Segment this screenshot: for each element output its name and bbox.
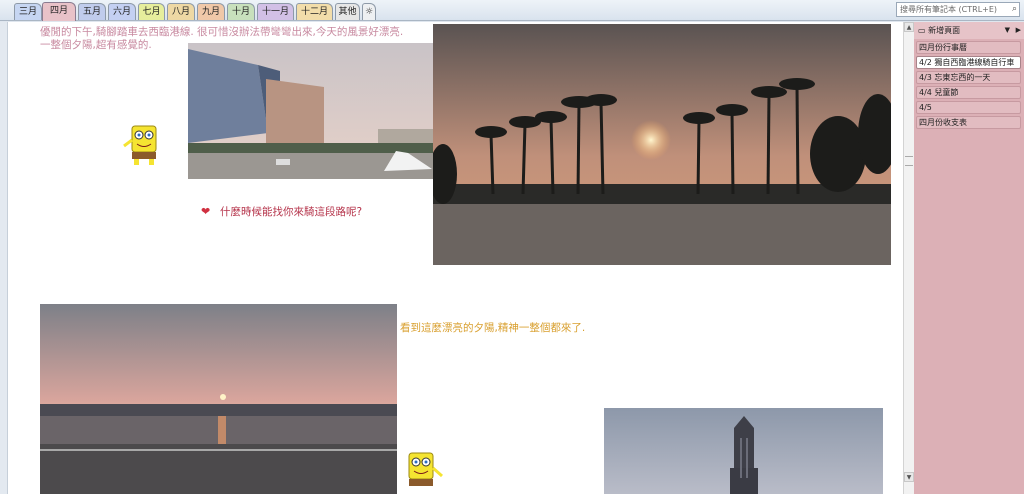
search-placeholder: 搜尋所有筆記本 (CTRL+E) <box>900 5 998 14</box>
spongebob-sticker-2 <box>398 450 444 494</box>
photo-tower <box>604 408 883 494</box>
photo-harbor-sunset <box>40 304 397 494</box>
page-item-0[interactable]: 四月份行事曆 <box>916 41 1021 54</box>
tab-0[interactable]: 三月 <box>14 3 42 20</box>
scroll-thumb[interactable] <box>905 156 913 166</box>
tab-2[interactable]: 五月 <box>78 3 106 20</box>
new-page-label: 新增頁面 <box>928 26 961 35</box>
page-item-1[interactable]: 4/2 獨自西臨港線騎自行車 <box>916 56 1021 69</box>
tab-10[interactable]: 其他 <box>335 3 360 20</box>
tab-7[interactable]: 十月 <box>227 3 255 20</box>
note-page[interactable]: 優閒的下午,騎腳踏車去西臨港線. 很可惜沒辦法帶彎彎出來,今天的風景好漂亮. 一… <box>8 22 903 494</box>
tab-6[interactable]: 九月 <box>197 3 225 20</box>
tab-9[interactable]: 十二月 <box>296 3 333 20</box>
chevron-down-icon[interactable]: ▼ <box>1005 22 1010 39</box>
page-item-3[interactable]: 4/4 兒童節 <box>916 86 1021 99</box>
photo-building <box>188 43 433 179</box>
page-list-panel: ▭ 新增頁面 ▼ ▶ 四月份行事曆 4/2 獨自西臨港線騎自行車 4/3 忘東忘西的… <box>914 22 1024 494</box>
caption-sunset: 看到這麼漂亮的夕陽,精神一整個都來了. <box>400 322 586 334</box>
new-page-button[interactable]: ▭ 新增頁面 ▼ ▶ <box>914 22 1024 39</box>
page-item-2[interactable]: 4/3 忘東忘西的一天 <box>916 71 1021 84</box>
scroll-up-icon[interactable]: ▲ <box>904 22 914 32</box>
tab-11[interactable]: ☼ <box>362 3 376 20</box>
scroll-down-icon[interactable]: ▼ <box>904 472 914 482</box>
page-item-4[interactable]: 4/5 <box>916 101 1021 114</box>
tab-5[interactable]: 八月 <box>167 3 195 20</box>
left-edge <box>0 22 8 494</box>
tab-1[interactable]: 四月 <box>42 2 76 21</box>
photo-palm-sunset <box>433 24 891 265</box>
search-icon[interactable]: ⌕ <box>1012 3 1017 16</box>
chevron-right-icon[interactable]: ▶ <box>1016 22 1021 39</box>
page-item-5[interactable]: 四月份收支表 <box>916 116 1021 129</box>
spongebob-sticker <box>122 122 166 168</box>
tab-8[interactable]: 十一月 <box>257 3 294 20</box>
tab-4[interactable]: 七月 <box>138 3 165 20</box>
new-page-icon: ▭ <box>918 26 926 35</box>
tab-3[interactable]: 六月 <box>108 3 136 20</box>
search-box[interactable]: 搜尋所有筆記本 (CTRL+E) ⌕ <box>896 2 1020 17</box>
heart-caption: 什麼時候能找你來騎這段路呢? <box>220 206 363 218</box>
page-scrollbar[interactable]: ▲ ▼ <box>903 22 914 494</box>
heart-icon: ❤ <box>201 205 211 218</box>
